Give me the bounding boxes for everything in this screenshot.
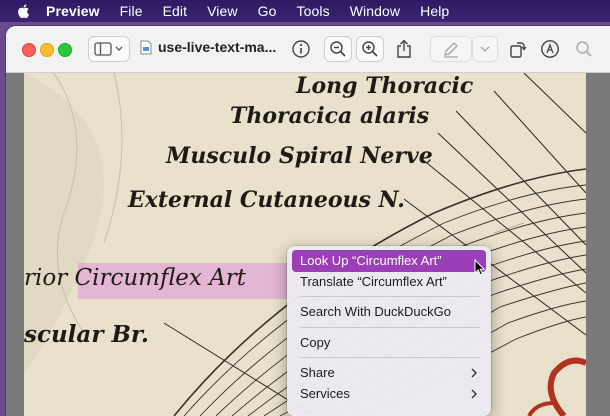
markup-pen-button[interactable]	[430, 36, 472, 62]
menu-item-look-up[interactable]: Look Up “Circumflex Art”	[292, 250, 486, 272]
info-button[interactable]	[288, 36, 314, 62]
zoom-in-button[interactable]	[356, 36, 384, 62]
menu-item-share-label: Share	[300, 365, 335, 380]
menu-separator	[300, 357, 480, 358]
menu-item-share[interactable]: Share	[292, 362, 486, 384]
menu-item-services-label: Services	[300, 386, 350, 401]
label-long-thoracic: Long Thoracic	[296, 73, 474, 99]
menu-separator	[300, 296, 480, 297]
zoom-out-button[interactable]	[324, 36, 352, 62]
info-icon	[292, 40, 310, 58]
sidebar-icon	[94, 42, 123, 56]
share-button[interactable]	[390, 36, 418, 62]
context-menu: Look Up “Circumflex Art” Translate “Circ…	[287, 246, 491, 416]
menu-separator	[300, 327, 480, 328]
chevron-right-icon	[471, 389, 477, 399]
menu-view[interactable]: View	[207, 3, 238, 19]
markup-button[interactable]	[536, 36, 564, 62]
menu-go[interactable]: Go	[258, 3, 277, 19]
label-musculo-spiral-nerve: Musculo Spiral Nerve	[166, 143, 433, 169]
markup-icon	[541, 40, 559, 58]
menu-tools[interactable]: Tools	[297, 3, 330, 19]
pen-icon	[444, 42, 458, 58]
minimize-window-button[interactable]	[40, 43, 54, 57]
window-title-area[interactable]: use-live-text-ma...	[140, 39, 276, 55]
search-icon	[576, 41, 592, 57]
menu-item-copy[interactable]: Copy	[292, 332, 486, 354]
chevron-right-icon	[471, 368, 477, 378]
menu-help[interactable]: Help	[420, 3, 449, 19]
menu-item-search-duckduckgo[interactable]: Search With DuckDuckGo	[292, 301, 486, 323]
menu-edit[interactable]: Edit	[163, 3, 188, 19]
sidebar-toggle-button[interactable]	[88, 36, 130, 62]
close-window-button[interactable]	[22, 43, 36, 57]
window-toolbar: use-live-text-ma...	[6, 26, 610, 73]
label-external-cutaneous: External Cutaneous N.	[128, 187, 405, 213]
apple-icon[interactable]	[16, 3, 32, 19]
mouse-pointer-icon	[474, 259, 486, 276]
menu-bar: Preview File Edit View Go Tools Window H…	[0, 0, 610, 22]
menu-item-services[interactable]: Services	[292, 383, 486, 405]
zoom-out-icon	[330, 41, 346, 57]
menu-app-name[interactable]: Preview	[46, 3, 100, 19]
menu-file[interactable]: File	[120, 3, 143, 19]
menu-item-translate[interactable]: Translate “Circumflex Art”	[292, 271, 486, 293]
zoom-in-icon	[362, 41, 378, 57]
zoom-window-button[interactable]	[58, 43, 72, 57]
label-muscular-br: scular Br.	[24, 321, 149, 348]
window-title: use-live-text-ma...	[158, 39, 277, 55]
share-icon	[397, 39, 411, 58]
label-circumflex-art[interactable]: rior Circumflex Art	[24, 265, 246, 291]
document-icon	[140, 40, 152, 54]
label-thoracica-alaris: Thoracica alaris	[230, 103, 430, 129]
menu-window[interactable]: Window	[350, 3, 400, 19]
search-button[interactable]	[570, 36, 598, 62]
markup-options-button[interactable]	[472, 36, 498, 62]
chevron-down-icon	[480, 46, 490, 52]
rotate-icon	[510, 42, 527, 58]
rotate-button[interactable]	[504, 36, 532, 62]
